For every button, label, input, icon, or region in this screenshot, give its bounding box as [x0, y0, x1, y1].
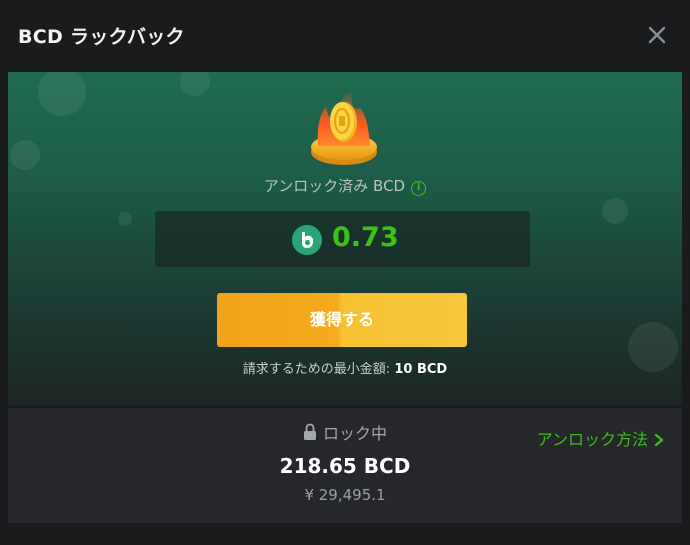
unlocked-section: アンロック済み BCD i 0.73 獲得する 請求するための最小金額: 10 B… — [8, 72, 682, 406]
decor-bubble — [602, 198, 628, 224]
rakeback-modal: BCD ラックバック アンロック済み BCD i 0.73 獲得する 請求するた… — [0, 0, 690, 545]
locked-amount: 218.65 BCD — [279, 454, 411, 478]
unlocked-amount-box: 0.73 — [155, 211, 530, 267]
lock-icon — [303, 423, 317, 441]
locked-section: ロック中 218.65 BCD ¥ 29,495.1 アンロック方法 — [8, 408, 682, 523]
decor-bubble — [180, 72, 210, 96]
min-claim-value: 10 BCD — [394, 362, 448, 377]
unlocked-label-row: アンロック済み BCD i — [8, 175, 682, 196]
unlocked-amount: 0.73 — [332, 222, 399, 253]
locked-label: ロック中 — [322, 424, 387, 443]
coin-fire-icon — [304, 86, 384, 170]
decor-bubble — [38, 72, 86, 116]
modal-title: BCD ラックバック — [18, 26, 185, 48]
close-icon[interactable] — [646, 24, 668, 46]
how-to-unlock-label: アンロック方法 — [536, 430, 648, 449]
bcd-coin-icon — [292, 225, 322, 255]
how-to-unlock-link[interactable]: アンロック方法 — [537, 426, 664, 450]
decor-bubble — [10, 140, 40, 170]
chevron-right-icon — [654, 431, 664, 447]
min-claim-label: 請求するための最小金額: — [242, 362, 391, 377]
modal-header: BCD ラックバック — [0, 0, 690, 72]
unlocked-label: アンロック済み BCD — [263, 177, 406, 195]
locked-fiat-value: ¥ 29,495.1 — [304, 486, 386, 504]
info-icon[interactable]: i — [411, 181, 427, 196]
decor-bubble — [118, 212, 132, 226]
claim-button[interactable]: 獲得する — [217, 293, 467, 347]
min-claim-row: 請求するための最小金額: 10 BCD — [8, 358, 682, 377]
